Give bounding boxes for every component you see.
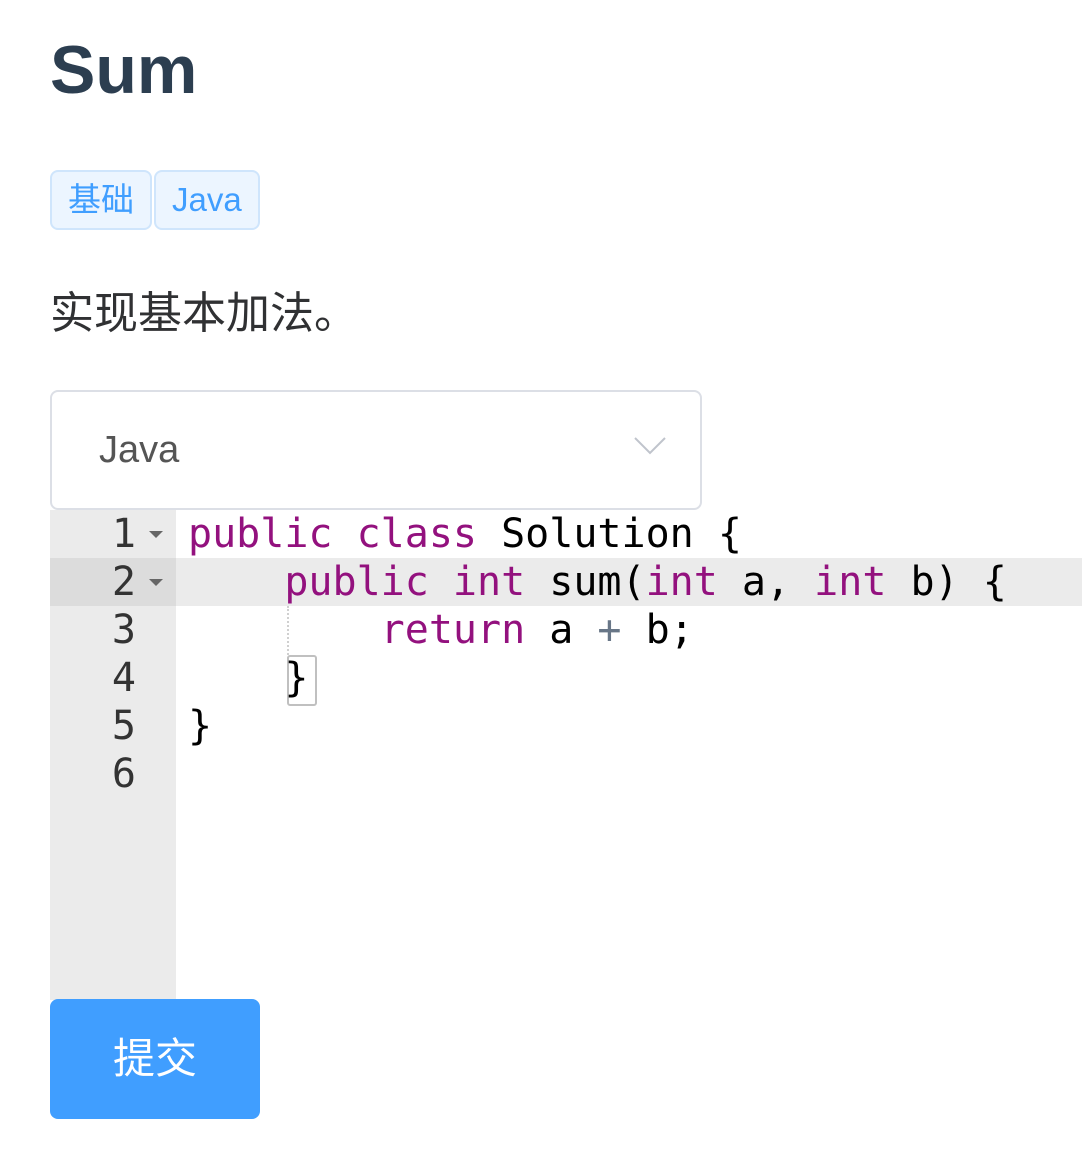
language-select-value: Java xyxy=(99,429,180,471)
keyword: int xyxy=(645,559,718,605)
code-line-5[interactable]: } xyxy=(188,702,212,750)
code-text: sum( xyxy=(525,559,646,605)
keyword: public xyxy=(188,511,333,557)
fold-arrow-icon[interactable] xyxy=(149,579,163,586)
keyword: int xyxy=(814,559,887,605)
code-line-3[interactable]: return a + b; xyxy=(188,606,694,654)
code-text: b) { xyxy=(886,559,1007,605)
code-line-1[interactable]: public class Solution { xyxy=(188,510,742,558)
language-select[interactable]: Java xyxy=(50,390,702,510)
keyword: class xyxy=(356,511,478,557)
chevron-down-icon xyxy=(634,437,666,455)
code-line-2[interactable]: public int sum(int a, int b) { xyxy=(188,558,1007,606)
line-number: 6 xyxy=(111,751,136,797)
keyword: return xyxy=(380,607,526,653)
code-editor[interactable]: 1 2 3 4 5 6 public class Solution { publ… xyxy=(50,510,1082,1000)
tag-list: 基础 Java xyxy=(50,170,262,230)
code-line-4[interactable]: } xyxy=(188,654,308,702)
tag-basics: 基础 xyxy=(50,170,152,230)
line-number: 5 xyxy=(111,703,136,749)
operator: + xyxy=(597,607,622,653)
line-number: 4 xyxy=(111,655,136,701)
keyword: int xyxy=(452,559,526,605)
line-number: 1 xyxy=(111,511,136,557)
problem-description: 实现基本加法。 xyxy=(50,289,358,338)
problem-title: Sum xyxy=(50,32,198,108)
line-number: 2 xyxy=(111,559,136,605)
tag-java: Java xyxy=(154,170,260,230)
code-text: a, xyxy=(717,559,815,605)
fold-arrow-icon[interactable] xyxy=(149,531,163,538)
keyword: public xyxy=(284,559,429,605)
code-text: b; xyxy=(621,607,694,653)
code-text: } xyxy=(284,655,309,701)
line-number: 3 xyxy=(111,607,136,653)
code-text: a xyxy=(525,607,598,653)
code-text: } xyxy=(188,703,213,749)
submit-button[interactable]: 提交 xyxy=(50,999,260,1119)
code-text: Solution { xyxy=(477,511,742,557)
